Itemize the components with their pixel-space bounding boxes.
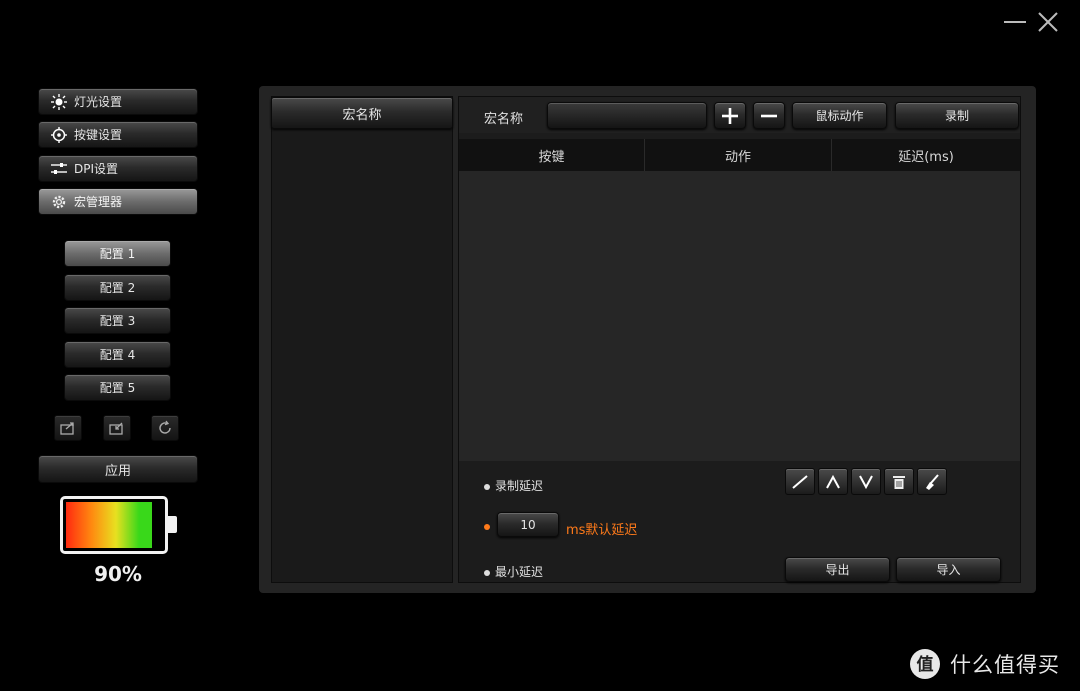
import-profile-button[interactable]	[103, 415, 131, 441]
macro-list-header-label: 宏名称	[342, 107, 382, 123]
mouse-action-label: 鼠标动作	[815, 109, 864, 123]
mouse-action-button[interactable]: 鼠标动作	[792, 102, 887, 129]
gear-icon	[51, 194, 67, 210]
record-delay-option[interactable]: 录制延迟	[484, 477, 543, 494]
export-profile-icon	[60, 422, 74, 435]
apply-button[interactable]: 应用	[38, 455, 198, 483]
watermark-text: 什么值得买	[950, 653, 1060, 677]
default-delay-input[interactable]: 10	[497, 512, 559, 537]
nav-label: 按键设置	[74, 128, 123, 142]
profile-2-button[interactable]: 配置 2	[64, 274, 171, 301]
close-button[interactable]	[1036, 10, 1060, 34]
crosshair-icon	[51, 126, 67, 143]
radio-dot	[484, 483, 490, 490]
import-button[interactable]: 导入	[896, 557, 1001, 582]
apply-label: 应用	[104, 463, 131, 479]
nav-key-settings[interactable]: 按键设置	[38, 121, 198, 148]
radio-dot	[484, 569, 490, 576]
profile-label: 配置 1	[99, 247, 136, 261]
close-icon	[1038, 12, 1058, 32]
battery-fill	[66, 502, 152, 548]
reset-icon	[159, 420, 171, 434]
profile-label: 配置 4	[99, 348, 136, 362]
clear-steps-button[interactable]	[917, 468, 947, 495]
add-macro-button[interactable]	[714, 102, 746, 129]
battery-percentage: 90%	[94, 562, 142, 586]
sun-icon	[51, 93, 67, 110]
record-label: 录制	[944, 109, 969, 123]
sliders-icon	[51, 161, 67, 177]
move-up-icon	[826, 474, 840, 488]
export-label: 导出	[825, 563, 850, 577]
macro-editor-panel: 宏名称 鼠标动作 录制 按键 动作 延迟(ms) 录制延迟 10 ms默认延迟 …	[458, 96, 1021, 583]
svg-text:值: 值	[917, 654, 934, 675]
default-delay-value: 10	[520, 517, 536, 532]
import-profile-icon	[109, 422, 123, 435]
macro-steps-table: 按键 动作 延迟(ms)	[459, 139, 1020, 461]
minimize-button[interactable]	[1002, 10, 1028, 34]
profile-4-button[interactable]: 配置 4	[64, 341, 171, 368]
table-header: 按键 动作 延迟(ms)	[459, 139, 1020, 171]
profile-3-button[interactable]: 配置 3	[64, 307, 171, 334]
plus-icon	[722, 107, 738, 124]
reset-profile-button[interactable]	[151, 415, 179, 441]
record-button[interactable]: 录制	[895, 102, 1019, 129]
nav-label: 灯光设置	[74, 95, 123, 109]
nav-dpi-settings[interactable]: DPI设置	[38, 155, 198, 182]
move-down-button[interactable]	[851, 468, 881, 495]
profile-label: 配置 2	[99, 281, 136, 295]
column-header-delay: 延迟(ms)	[832, 139, 1020, 171]
battery-indicator	[60, 496, 178, 554]
column-header-action: 动作	[645, 139, 832, 171]
nav-label: 宏管理器	[74, 195, 123, 209]
edit-icon	[792, 474, 808, 489]
min-delay-option[interactable]: 最小延迟	[484, 563, 543, 580]
delete-step-button[interactable]	[884, 468, 914, 495]
smzdm-logo-icon: 值	[910, 649, 940, 679]
radio-dot-selected	[484, 523, 490, 530]
export-button[interactable]: 导出	[785, 557, 890, 582]
clear-icon	[926, 473, 939, 490]
minimize-icon	[1004, 21, 1026, 23]
editor-toolbar: 宏名称 鼠标动作 录制	[459, 97, 1020, 133]
remove-macro-button[interactable]	[753, 102, 785, 129]
watermark: 值 什么值得买	[908, 646, 1074, 682]
main-container: 宏名称 宏名称 鼠标动作 录制 按键 动作 延迟(ms) 录制延迟 10 ms默…	[259, 86, 1036, 593]
move-up-button[interactable]	[818, 468, 848, 495]
min-delay-label: 最小延迟	[495, 565, 544, 579]
table-body[interactable]	[459, 171, 1020, 461]
profile-5-button[interactable]: 配置 5	[64, 374, 171, 401]
macro-list-header: 宏名称	[271, 97, 453, 129]
macro-list-panel: 宏名称	[271, 96, 453, 583]
default-delay-label: ms默认延迟	[566, 523, 638, 538]
profile-1-button[interactable]: 配置 1	[64, 240, 171, 267]
battery-body	[60, 496, 168, 554]
import-label: 导入	[936, 563, 961, 577]
nav-macro-manager[interactable]: 宏管理器	[38, 188, 198, 215]
battery-cap	[168, 516, 177, 533]
default-delay-option[interactable]	[484, 519, 495, 533]
export-profile-button[interactable]	[54, 415, 82, 441]
macro-name-label: 宏名称	[484, 112, 524, 127]
edit-step-button[interactable]	[785, 468, 815, 495]
nav-label: DPI设置	[74, 162, 119, 176]
delete-icon	[893, 475, 905, 489]
macro-name-input[interactable]	[547, 102, 707, 129]
column-header-key: 按键	[459, 139, 645, 171]
profile-label: 配置 5	[99, 381, 136, 395]
minus-icon	[761, 114, 777, 117]
move-down-icon	[859, 475, 873, 489]
nav-lighting-settings[interactable]: 灯光设置	[38, 88, 198, 115]
profile-label: 配置 3	[99, 314, 136, 328]
record-delay-label: 录制延迟	[495, 479, 544, 493]
